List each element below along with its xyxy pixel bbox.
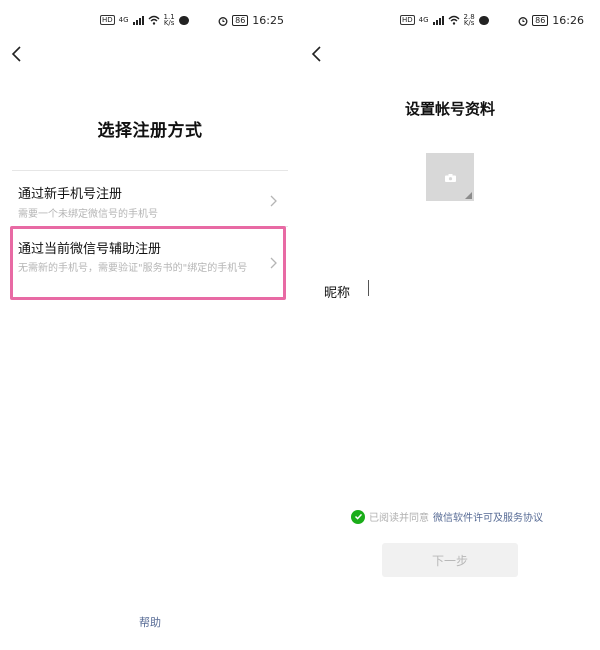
option-subtitle: 需要一个未绑定微信号的手机号 (18, 209, 158, 220)
net-speed: 1.1 K/s (163, 13, 175, 27)
check-circle-icon[interactable] (351, 509, 365, 524)
profile-setup-screen: HD 4G 2.8 K/s 86 16:26 设置帐号资料 昵称 已阅读并同意 微… (300, 0, 600, 650)
page-title: 选择注册方式 (97, 121, 203, 141)
wifi-icon (148, 15, 160, 25)
battery-icon: 86 (532, 15, 549, 26)
battery-icon: 86 (232, 15, 249, 26)
option-title: 通过新手机号注册 (18, 187, 123, 202)
wifi-icon (448, 15, 460, 25)
hd-icon: HD (100, 15, 115, 25)
network-label: 4G (118, 16, 129, 24)
agreement-text: 已阅读并同意 (369, 513, 429, 524)
corner-indicator (465, 192, 472, 199)
status-bar: HD 4G 1.1 K/s 86 16:25 (0, 12, 300, 30)
register-method-screen: HD 4G 1.1 K/s 86 16:25 选择注册方式 通过新手机号注册 需要… (0, 0, 300, 650)
message-bubble-icon (178, 15, 189, 25)
status-bar: HD 4G 2.8 K/s 86 16:26 (300, 12, 600, 30)
text-caret (368, 280, 369, 296)
highlight-annotation (10, 226, 286, 300)
signal-icon (432, 15, 444, 25)
alarm-icon (218, 16, 228, 26)
agreement-link[interactable]: 微信软件许可及服务协议 (433, 509, 543, 524)
back-arrow-icon[interactable] (308, 44, 328, 64)
option-new-phone[interactable]: 通过新手机号注册 需要一个未绑定微信号的手机号 (18, 183, 284, 222)
signal-icon (132, 15, 144, 25)
back-arrow-icon[interactable] (8, 44, 28, 64)
alarm-icon (518, 16, 528, 26)
page-title: 设置帐号资料 (404, 100, 495, 118)
status-time: 16:25 (252, 14, 284, 27)
divider (12, 170, 288, 171)
agreement-row: 已阅读并同意 微信软件许可及服务协议 (351, 509, 543, 524)
hd-icon: HD (400, 15, 415, 25)
next-button[interactable]: 下一步 (382, 543, 518, 577)
chevron-right-icon (270, 195, 277, 207)
network-label: 4G (418, 16, 429, 24)
message-bubble-icon (478, 15, 489, 25)
help-link[interactable]: 帮助 (0, 614, 300, 630)
avatar-upload[interactable] (426, 153, 474, 201)
nickname-label: 昵称 (324, 286, 351, 301)
net-speed: 2.8 K/s (463, 13, 475, 27)
nickname-input[interactable] (360, 280, 540, 298)
status-time: 16:26 (552, 14, 584, 27)
camera-icon (445, 174, 456, 182)
